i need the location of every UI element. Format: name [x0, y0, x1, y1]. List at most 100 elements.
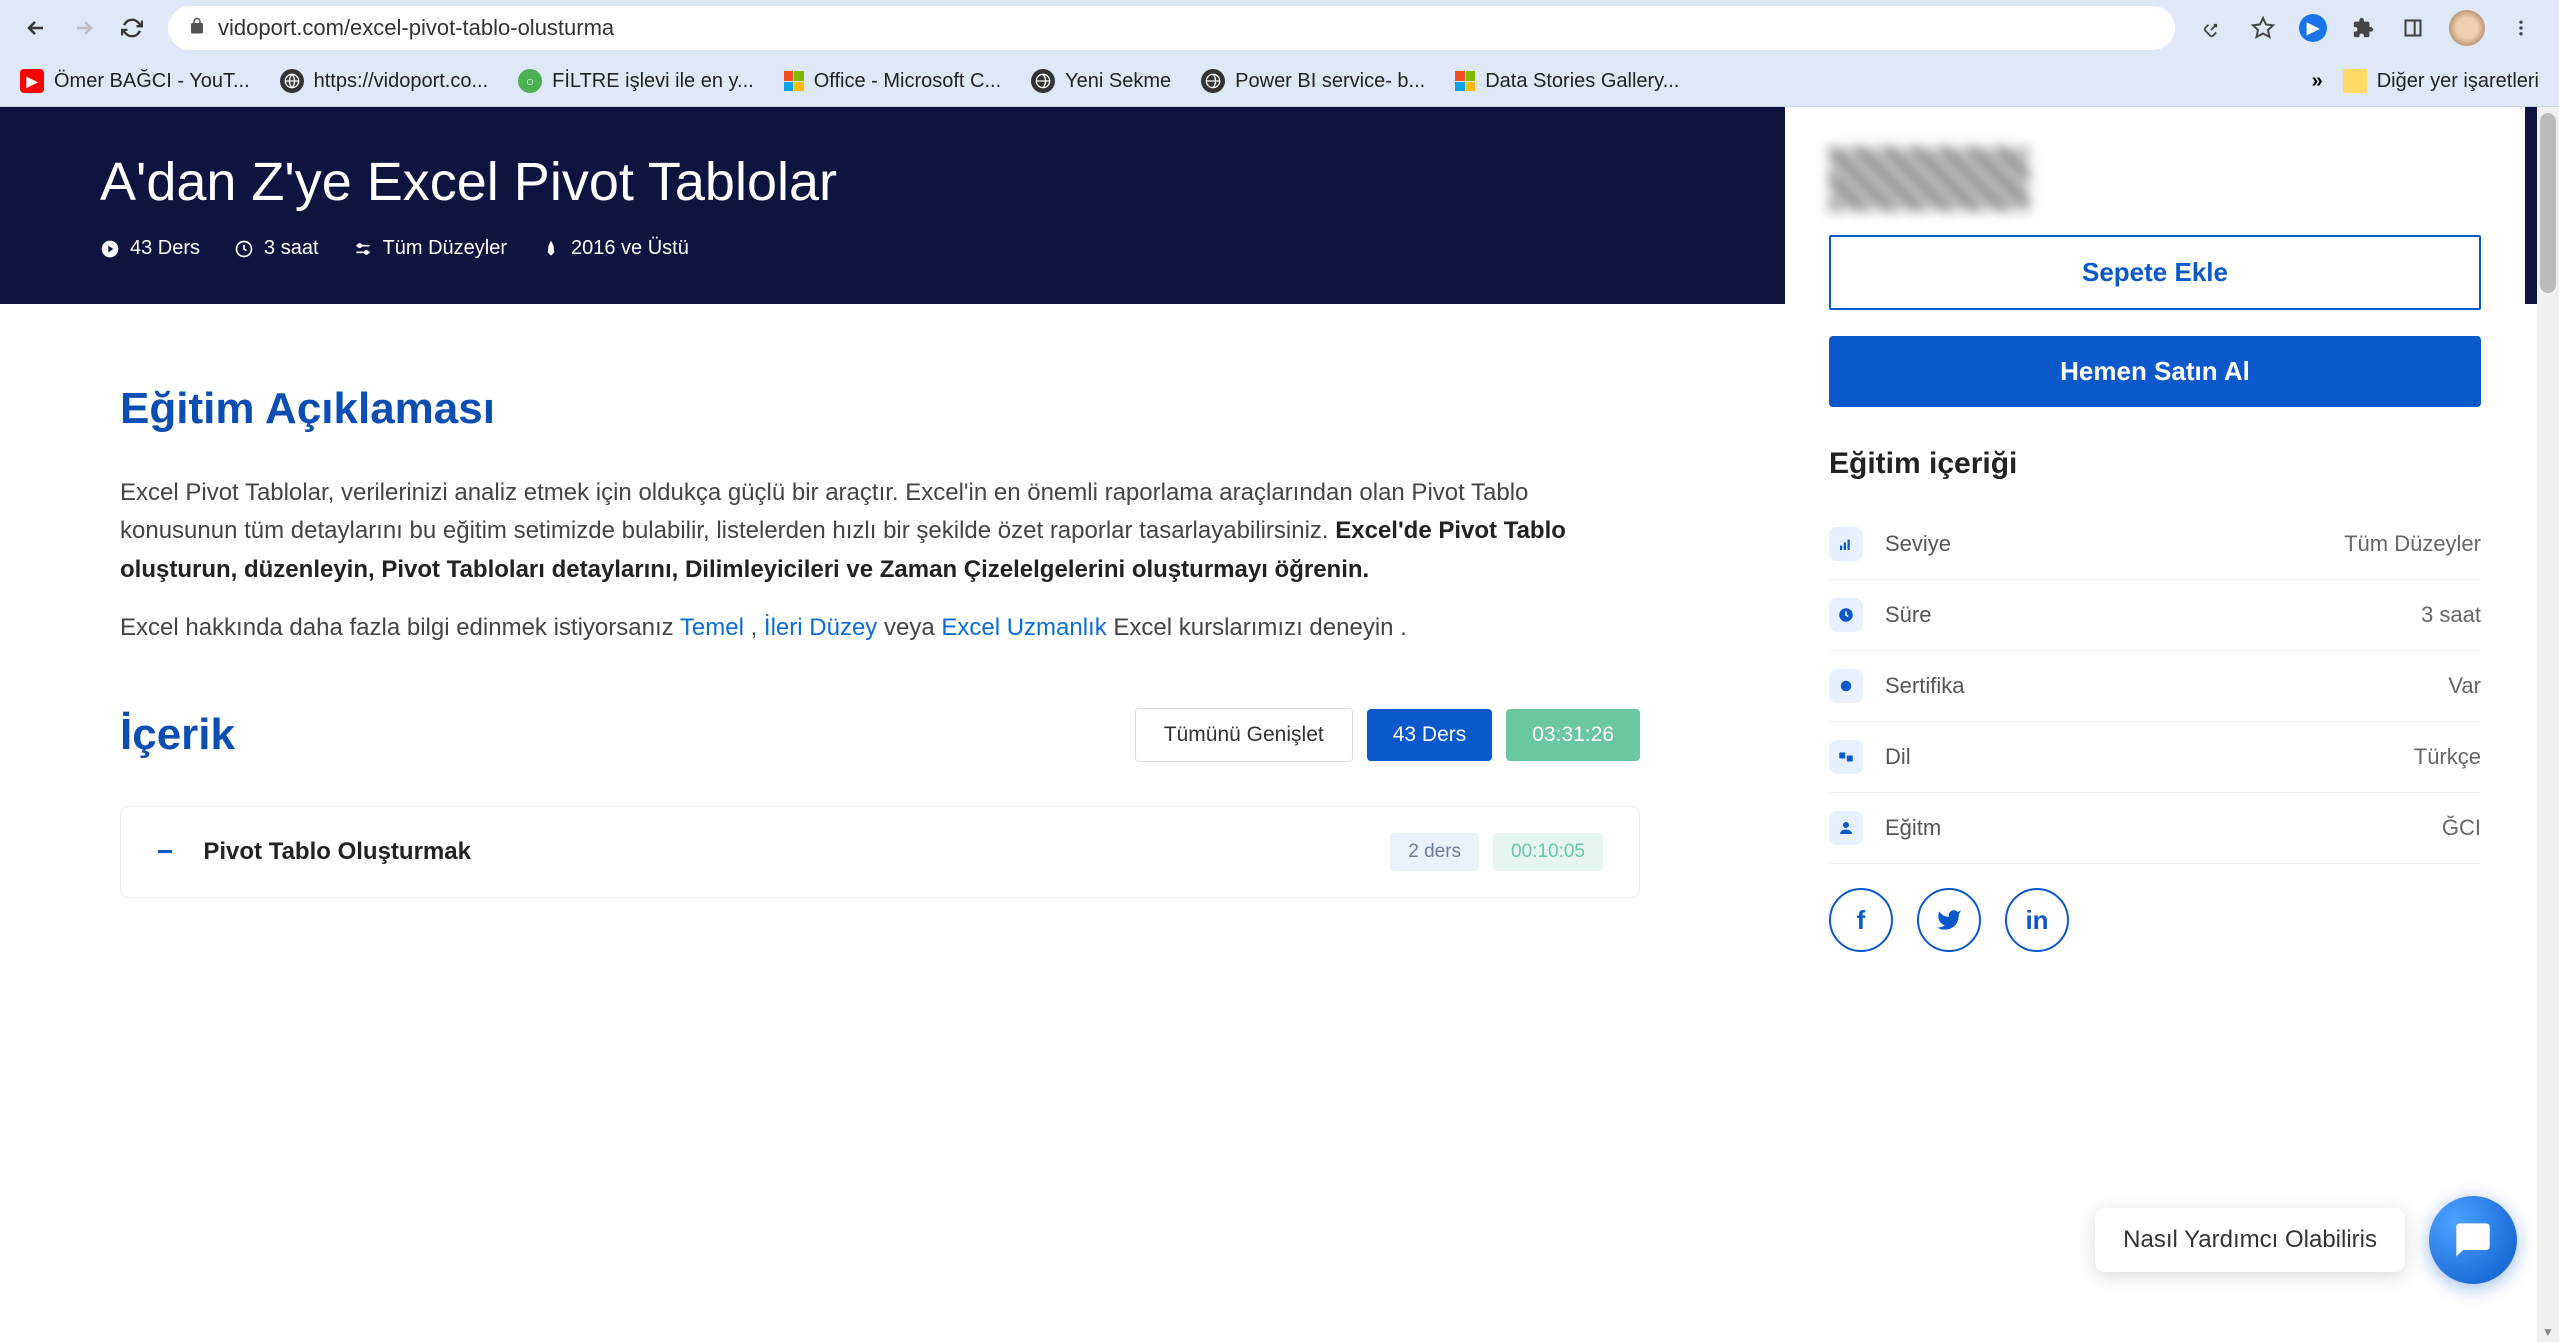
info-row-level: Seviye Tüm Düzeyler: [1829, 509, 2481, 580]
browser-chrome: vidoport.com/excel-pivot-tablo-olusturma…: [0, 0, 2559, 107]
social-row: f in: [1829, 888, 2481, 952]
other-bookmarks[interactable]: Diğer yer işaretleri: [2343, 69, 2539, 93]
panel-icon[interactable]: [2399, 14, 2427, 42]
link-ileri[interactable]: İleri Düzey: [764, 614, 877, 641]
language-icon: [1829, 740, 1863, 774]
meta-lessons: 43 Ders: [100, 237, 200, 260]
scrollbar-thumb[interactable]: [2540, 113, 2556, 293]
back-button[interactable]: [16, 8, 56, 48]
info-value: ĞCI: [2442, 815, 2481, 841]
facebook-button[interactable]: f: [1829, 888, 1893, 952]
info-row-lang: Dil Türkçe: [1829, 722, 2481, 793]
duration-badge: 03:31:26: [1506, 709, 1640, 761]
scroll-area: A'dan Z'ye Excel Pivot Tablolar 43 Ders …: [0, 107, 2559, 1342]
info-label: Seviye: [1885, 531, 2344, 557]
bookmark-3[interactable]: ○ FİLTRE işlevi ile en y...: [518, 69, 754, 93]
rocket-icon: [541, 239, 561, 259]
profile-avatar[interactable]: [2449, 10, 2485, 46]
bookmark-2[interactable]: https://vidoport.co...: [280, 69, 489, 93]
bookmark-label: Yeni Sekme: [1065, 70, 1171, 93]
page: A'dan Z'ye Excel Pivot Tablolar 43 Ders …: [0, 107, 2559, 1342]
menu-icon[interactable]: [2507, 14, 2535, 42]
vertical-scrollbar[interactable]: ▲ ▼: [2537, 107, 2559, 1342]
youtube-icon: ▶: [20, 69, 44, 93]
bookmarks-bar: ▶ Ömer BAĞCI - YouT... https://vidoport.…: [0, 56, 2559, 106]
add-to-cart-button[interactable]: Sepete Ekle: [1829, 235, 2481, 310]
expand-all-button[interactable]: Tümünü Genişlet: [1135, 708, 1353, 762]
share-icon[interactable]: [2199, 14, 2227, 42]
meta-version: 2016 ve Üstü: [541, 237, 689, 260]
forward-button[interactable]: [64, 8, 104, 48]
microsoft-icon: [784, 71, 804, 91]
accordion-time: 00:10:05: [1493, 833, 1603, 871]
bookmarks-overflow-icon[interactable]: »: [2312, 70, 2323, 93]
bookmark-label: Ömer BAĞCI - YouT...: [54, 70, 250, 93]
info-value: Var: [2448, 673, 2481, 699]
info-value: 3 saat: [2421, 602, 2481, 628]
address-bar[interactable]: vidoport.com/excel-pivot-tablo-olusturma: [168, 6, 2175, 50]
info-label: Süre: [1885, 602, 2421, 628]
desc-text: ,: [751, 614, 764, 641]
globe-icon: [1031, 69, 1055, 93]
bookmark-label: https://vidoport.co...: [314, 70, 489, 93]
info-value: Türkçe: [2414, 744, 2481, 770]
content-header: İçerik Tümünü Genişlet 43 Ders 03:31:26: [120, 708, 1640, 762]
info-label: Eğitm: [1885, 815, 2442, 841]
bookmark-7[interactable]: Data Stories Gallery...: [1455, 70, 1679, 93]
meta-duration: 3 saat: [234, 237, 318, 260]
buy-now-button[interactable]: Hemen Satın Al: [1829, 336, 2481, 407]
meta-lessons-text: 43 Ders: [130, 237, 200, 260]
lock-icon: [188, 17, 206, 40]
desc-text: Excel kurslarımızı deneyin .: [1113, 614, 1406, 641]
bookmark-label: Power BI service- b...: [1235, 70, 1425, 93]
sidebar-card: Sepete Ekle Hemen Satın Al Eğitim içeriğ…: [1785, 107, 2525, 982]
microsoft-icon: [1455, 71, 1475, 91]
info-label: Sertifika: [1885, 673, 2448, 699]
bookmark-1[interactable]: ▶ Ömer BAĞCI - YouT...: [20, 69, 250, 93]
sidebar-heading: Eğitim içeriği: [1829, 447, 2481, 481]
bookmark-6[interactable]: Power BI service- b...: [1201, 69, 1425, 93]
info-row-duration: Süre 3 saat: [1829, 580, 2481, 651]
info-label: Dil: [1885, 744, 2414, 770]
info-row-cert: Sertifika Var: [1829, 651, 2481, 722]
link-temel[interactable]: Temel: [680, 614, 744, 641]
certificate-icon: [1829, 669, 1863, 703]
accordion-title: Pivot Tablo Oluşturmak: [203, 838, 1390, 866]
link-uzman[interactable]: Excel Uzmanlık: [941, 614, 1106, 641]
content-column: Eğitim Açıklaması Excel Pivot Tablolar, …: [0, 304, 1700, 898]
toolbar: vidoport.com/excel-pivot-tablo-olusturma…: [0, 0, 2559, 56]
star-icon[interactable]: [2249, 14, 2277, 42]
description-p1: Excel Pivot Tablolar, verilerinizi anali…: [120, 474, 1640, 589]
clock-icon: [1829, 598, 1863, 632]
scroll-down-icon[interactable]: ▼: [2537, 1322, 2559, 1342]
content-heading: İçerik: [120, 710, 1135, 760]
minus-icon: −: [157, 836, 173, 868]
meta-level-text: Tüm Düzeyler: [383, 237, 507, 260]
lessons-badge: 43 Ders: [1367, 709, 1493, 761]
toolbar-icons: ▶: [2191, 10, 2543, 46]
bookmark-5[interactable]: Yeni Sekme: [1031, 69, 1171, 93]
linkedin-button[interactable]: in: [2005, 888, 2069, 952]
desc-text: veya: [884, 614, 941, 641]
user-icon: [1829, 811, 1863, 845]
bookmark-4[interactable]: Office - Microsoft C...: [784, 70, 1001, 93]
price-blurred: [1829, 147, 2029, 211]
globe-icon: [280, 69, 304, 93]
level-icon: [1829, 527, 1863, 561]
desc-text: Excel Pivot Tablolar, verilerinizi anali…: [120, 479, 1528, 544]
accordion-count: 2 ders: [1390, 833, 1479, 871]
extension-icon-1[interactable]: ▶: [2299, 14, 2327, 42]
folder-icon: [2343, 69, 2367, 93]
bookmark-label: Office - Microsoft C...: [814, 70, 1001, 93]
meta-duration-text: 3 saat: [264, 237, 318, 260]
globe-icon: [1201, 69, 1225, 93]
reload-button[interactable]: [112, 8, 152, 48]
meta-level: Tüm Düzeyler: [353, 237, 507, 260]
accordion-item[interactable]: − Pivot Tablo Oluşturmak 2 ders 00:10:05: [121, 807, 1639, 897]
clock-icon: [234, 239, 254, 259]
extensions-icon[interactable]: [2349, 14, 2377, 42]
info-row-instructor: Eğitm ĞCI: [1829, 793, 2481, 864]
chat-button[interactable]: [2429, 1196, 2517, 1284]
twitter-button[interactable]: [1917, 888, 1981, 952]
play-icon: [100, 239, 120, 259]
